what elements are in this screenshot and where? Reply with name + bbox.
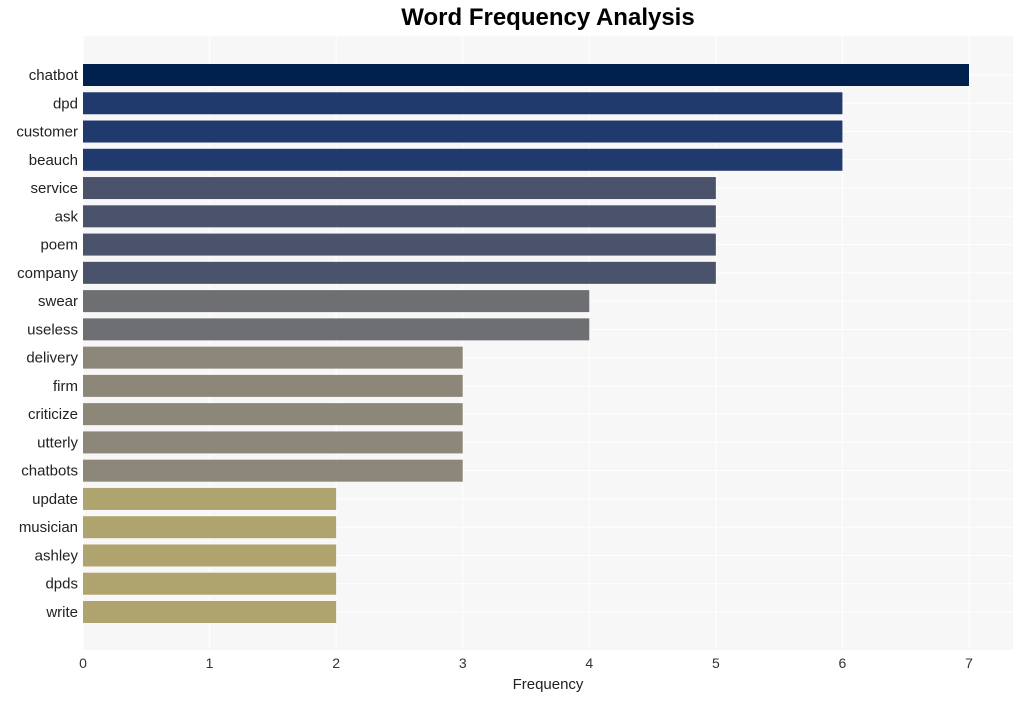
x-tick-label: 7 — [965, 655, 973, 671]
bar-ashley — [83, 544, 337, 567]
category-label-musician: musician — [19, 519, 78, 536]
x-tick-label: 2 — [332, 655, 340, 671]
bar-dpd — [83, 92, 843, 115]
category-label-useless: useless — [27, 321, 78, 338]
bar-criticize — [83, 403, 463, 426]
bar-poem — [83, 233, 716, 256]
category-label-ask: ask — [55, 208, 79, 225]
bar-useless — [83, 318, 590, 341]
category-label-dpds: dpds — [45, 576, 78, 593]
category-label-chatbot: chatbot — [29, 67, 79, 84]
x-tick-labels: 0 1 2 3 4 5 6 7 — [79, 655, 973, 671]
bar-beauch — [83, 148, 843, 171]
bar-utterly — [83, 431, 463, 454]
category-label-ashley: ashley — [35, 547, 79, 564]
bar-company — [83, 261, 716, 284]
bar-musician — [83, 516, 337, 539]
bar-chatbots — [83, 459, 463, 482]
category-label-firm: firm — [53, 378, 78, 395]
category-label-chatbots: chatbots — [21, 463, 78, 480]
bar-customer — [83, 120, 843, 143]
category-label-beauch: beauch — [29, 152, 78, 169]
bar-update — [83, 487, 337, 510]
category-label-swear: swear — [38, 293, 78, 310]
x-tick-label: 1 — [206, 655, 214, 671]
category-label-company: company — [17, 265, 78, 282]
category-label-poem: poem — [40, 237, 78, 254]
bar-firm — [83, 374, 463, 397]
bar-write — [83, 601, 337, 623]
bar-service — [83, 177, 716, 200]
category-label-update: update — [32, 491, 78, 508]
category-label-dpd: dpd — [53, 95, 78, 112]
category-label-delivery: delivery — [26, 350, 78, 367]
category-label-write: write — [45, 604, 78, 621]
category-label-criticize: criticize — [28, 406, 78, 423]
x-tick-label: 4 — [585, 655, 593, 671]
bar-delivery — [83, 346, 463, 369]
x-axis-title: Frequency — [513, 676, 584, 693]
category-label-customer: customer — [16, 124, 78, 141]
bar-dpds — [83, 572, 337, 595]
x-tick-label: 5 — [712, 655, 720, 671]
x-tick-label: 3 — [459, 655, 467, 671]
x-tick-label: 0 — [79, 655, 87, 671]
category-label-utterly: utterly — [37, 434, 78, 451]
category-label-service: service — [30, 180, 78, 197]
bar-swear — [83, 290, 590, 313]
bar-chart: chatbot dpd customer beauch service ask poem co… — [16, 36, 1013, 693]
bar-chatbot — [83, 64, 969, 86]
x-tick-label: 6 — [839, 655, 847, 671]
category-labels: chatbot dpd customer beauch service ask poem co… — [16, 67, 79, 621]
bar-ask — [83, 205, 716, 228]
